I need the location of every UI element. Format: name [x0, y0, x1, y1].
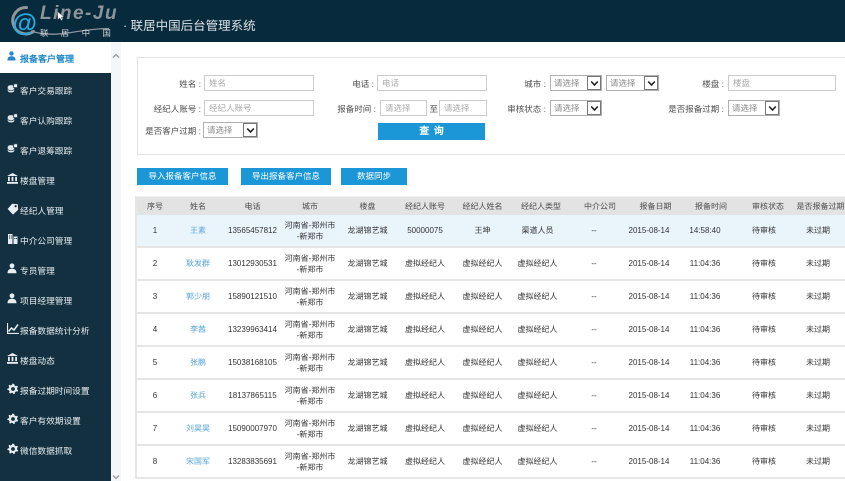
- svg-text:@: @: [13, 10, 37, 38]
